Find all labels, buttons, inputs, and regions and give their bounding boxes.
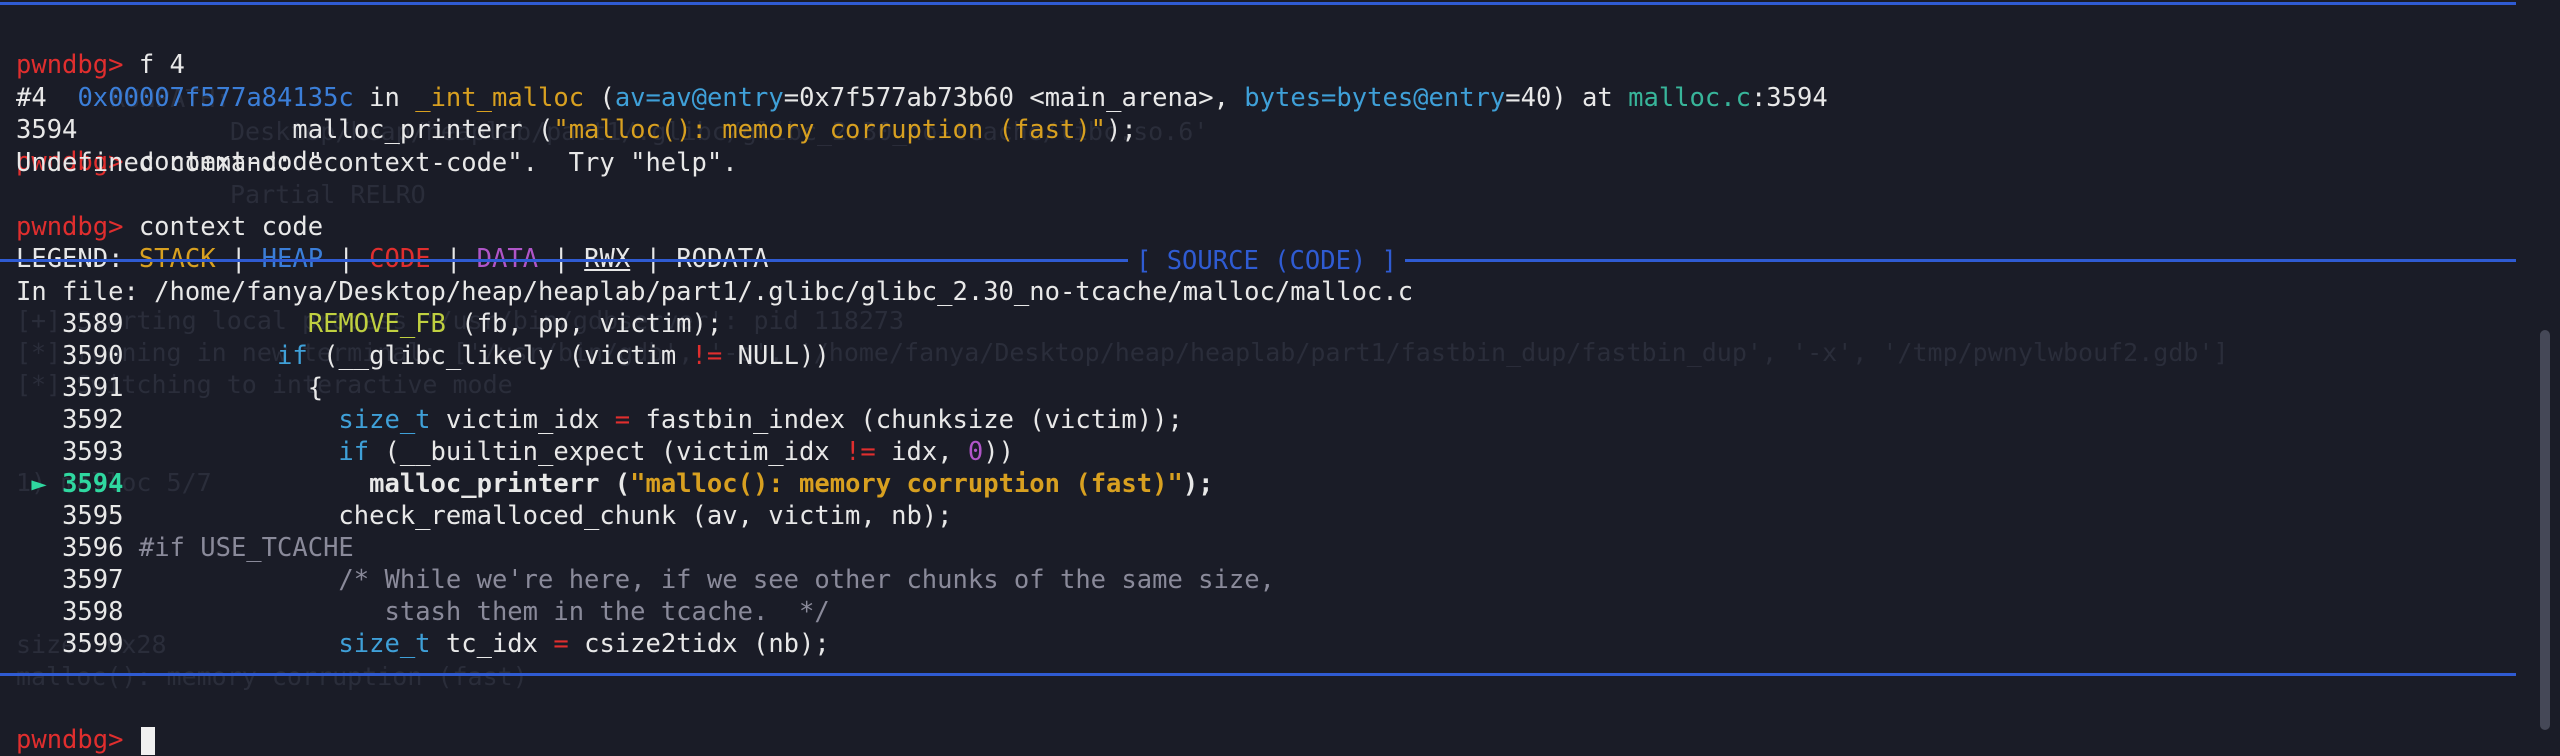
- source-line-3594-current: ► 3594 malloc_printerr ("malloc(): memor…: [16, 468, 1214, 500]
- current-line-arrow-icon: ►: [31, 469, 47, 499]
- line-number: 3590: [62, 341, 124, 371]
- source-line-3589: 3589 REMOVE_FB (fb, pp, victim);: [16, 308, 722, 340]
- source-section-title: [ SOURCE (CODE) ]: [1128, 246, 1405, 276]
- frame-file: malloc.c: [1628, 83, 1751, 113]
- operator: =: [614, 405, 631, 435]
- line-number: 3592: [62, 405, 124, 435]
- number-literal: 0: [967, 437, 984, 467]
- prompt-label: pwndbg>: [16, 725, 124, 755]
- top-divider: [0, 2, 2516, 5]
- prompt-line-f4: pwndbg> f 4: [16, 17, 185, 80]
- prompt-line-context-code: pwndbg> context code: [16, 179, 323, 242]
- source-line-3592: 3592 size_t victim_idx = fastbin_index (…: [16, 404, 1183, 436]
- line-number: 3599: [62, 629, 124, 659]
- keyword: if: [277, 341, 308, 371]
- code-text: (__glibc_likely (victim: [307, 341, 692, 371]
- frame-arg2-name: bytes=bytes@entry: [1244, 83, 1506, 113]
- frame-info-line: #4 0x00007f577a84135c in _int_malloc (av…: [16, 83, 1828, 113]
- operator: !=: [845, 437, 876, 467]
- code-text: )): [983, 437, 1014, 467]
- line-number: 3591: [62, 373, 124, 403]
- source-line-3595: 3595 check_remalloced_chunk (av, victim,…: [16, 500, 953, 532]
- comment: stash them in the tcache. */: [384, 597, 830, 627]
- frame-source-line: 3594 malloc_printerr ("malloc(): memory …: [16, 82, 1137, 145]
- input-prompt-line[interactable]: pwndbg>: [16, 692, 155, 755]
- error-message: Undefined command: "context-code". Try "…: [16, 148, 738, 178]
- frame-line: :3594: [1750, 83, 1828, 113]
- frame-source-code-end: );: [1106, 115, 1137, 145]
- ghost-text-error: malloc(): memory corruption (fast): [16, 662, 528, 691]
- source-line-3590: 3590 if (__glibc_likely (victim != NULL)…: [16, 340, 830, 372]
- line-number: 3595: [62, 501, 124, 531]
- source-line-3596: 3596 #if USE_TCACHE: [16, 532, 354, 564]
- type-keyword: size_t: [338, 629, 431, 659]
- macro-name: REMOVE_FB: [307, 309, 446, 339]
- line-number: 3597: [62, 565, 124, 595]
- frame-arg2-value: =40) at: [1505, 83, 1613, 113]
- code-text: fastbin_index (chunksize (victim));: [630, 405, 1183, 435]
- code-text: check_remalloced_chunk (av, victim, nb);: [338, 501, 953, 531]
- bottom-divider: [0, 673, 2516, 676]
- keyword: if: [338, 437, 370, 467]
- line-number: 3596: [62, 533, 124, 563]
- scrollbar[interactable]: [2540, 330, 2550, 730]
- string-literal: "malloc(): memory corruption (fast)": [630, 469, 1183, 499]
- code-text: );: [1182, 469, 1214, 499]
- current-line-number: 3594: [62, 469, 124, 499]
- code-text: (__builtin_expect (victim_idx: [369, 437, 846, 467]
- type-keyword: size_t: [338, 405, 431, 435]
- legend-line: LEGEND: STACK | HEAP | CODE | DATA | RWX…: [16, 211, 768, 274]
- source-line-3593: 3593 if (__builtin_expect (victim_idx !=…: [16, 436, 1014, 468]
- source-line-3599: 3599 size_t tc_idx = csize2tidx (nb);: [16, 628, 830, 660]
- line-number: 3593: [62, 437, 124, 467]
- text-cursor[interactable]: [140, 727, 155, 755]
- prompt-line-context-code-dash: pwndbg> context-code: [16, 114, 323, 177]
- operator: =: [553, 629, 569, 659]
- source-file-path: In file: /home/fanya/Desktop/heap/heapla…: [16, 277, 1414, 307]
- code-text: victim_idx: [430, 405, 615, 435]
- comment: /* While we're here, if we see other chu…: [338, 565, 1275, 595]
- code-text: {: [307, 373, 324, 403]
- code-text: malloc_printerr (: [369, 469, 631, 499]
- source-line-3598: 3598 stash them in the tcache. */: [16, 596, 830, 628]
- line-number: 3589: [62, 309, 124, 339]
- source-line-3591: 3591 {: [16, 372, 323, 404]
- code-text: NULL)): [722, 341, 830, 371]
- preprocessor: #if USE_TCACHE: [138, 533, 354, 563]
- code-text: tc_idx: [430, 629, 554, 659]
- operator: !=: [691, 341, 723, 371]
- code-text: idx,: [875, 437, 968, 467]
- line-number: 3598: [62, 597, 124, 627]
- frame-source-string: "malloc(): memory corruption (fast)": [553, 115, 1107, 145]
- code-text: (fb, pp, victim);: [445, 309, 723, 339]
- code-text: csize2tidx (nb);: [568, 629, 830, 659]
- source-line-3597: 3597 /* While we're here, if we see othe…: [16, 564, 1275, 596]
